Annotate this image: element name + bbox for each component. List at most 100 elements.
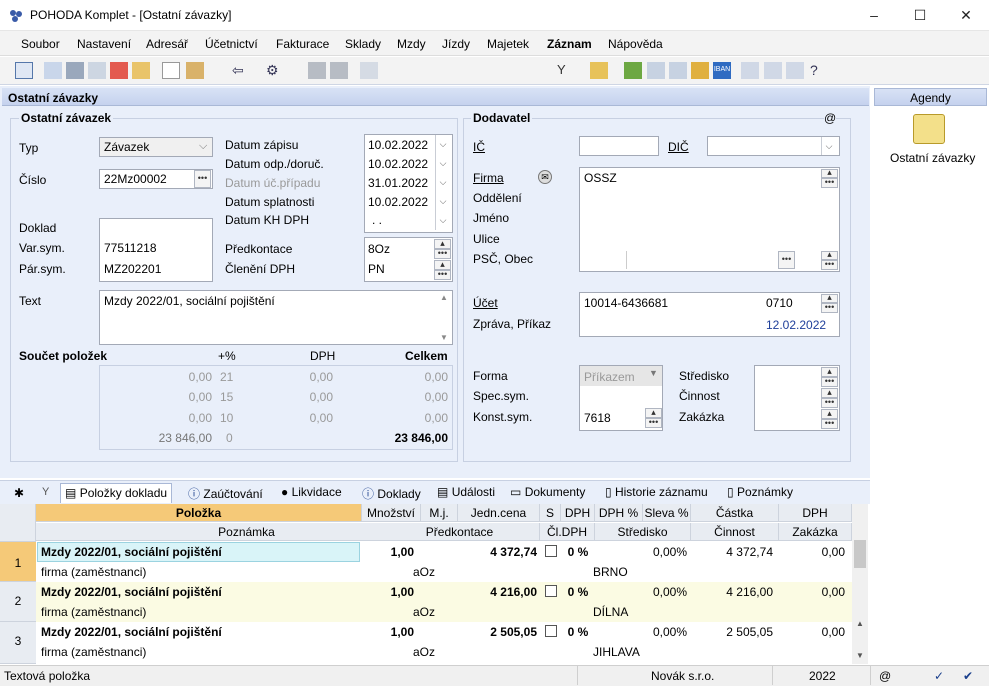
gear-icon[interactable]: ⚙ <box>266 62 284 79</box>
col-mnozstvi[interactable]: Množství <box>362 504 421 522</box>
table-icon[interactable] <box>669 62 687 79</box>
menu-jizdy[interactable]: Jízdy <box>442 37 470 51</box>
datum-kh-field[interactable]: . . <box>372 213 382 227</box>
item-stredisko[interactable]: DÍLNA <box>593 602 683 621</box>
item-predkontace[interactable]: aOz <box>413 642 473 661</box>
col-jedn-cena[interactable]: Jedn.cena <box>458 504 540 522</box>
col-zakazka[interactable]: Zakázka <box>779 523 852 541</box>
ic-label[interactable]: IČ <box>473 140 485 154</box>
scroll-up-icon[interactable]: ▲ <box>440 293 448 302</box>
col-polozka[interactable]: Položka <box>36 504 362 522</box>
item-price[interactable]: 2 505,05 <box>458 622 537 641</box>
ucet-label[interactable]: Účet <box>473 296 498 310</box>
save-all-icon[interactable] <box>330 62 348 79</box>
predkontace-picker-button[interactable]: ••• <box>434 249 451 259</box>
menu-ucetnictvi[interactable]: Účetnictví <box>205 37 258 51</box>
cinnost-picker-button[interactable]: ••• <box>821 398 838 408</box>
firma-field[interactable]: OSSZ <box>584 171 617 185</box>
zprava-date[interactable]: 12.02.2022 <box>766 318 826 332</box>
firma-picker-button[interactable]: ••• <box>821 178 838 188</box>
menu-nastaveni[interactable]: Nastavení <box>77 37 131 51</box>
tab-poznamky[interactable]: ▯ Poznámky <box>723 483 797 503</box>
menu-adresar[interactable]: Adresář <box>146 37 188 51</box>
col-stredisko[interactable]: Středisko <box>595 523 691 541</box>
parsym-field[interactable]: MZ202201 <box>104 262 161 276</box>
address-book-icon[interactable]: ✉ <box>538 170 552 184</box>
col-dph[interactable]: DPH <box>561 504 595 522</box>
check-icon[interactable]: ✓ <box>934 669 944 683</box>
item-s-checkbox[interactable] <box>545 585 557 597</box>
tab-likvidace[interactable]: ● Likvidace <box>277 483 346 503</box>
datum-uc-field[interactable]: 31.01.2022 <box>368 176 428 190</box>
item-name[interactable]: Mzdy 2022/01, sociální pojištění <box>41 542 357 561</box>
item-name[interactable]: Mzdy 2022/01, sociální pojištění <box>41 622 357 641</box>
filter-icon[interactable]: Y <box>557 62 575 79</box>
col-cl-dph[interactable]: Čl.DPH <box>540 523 595 541</box>
filter-icon[interactable]: Y <box>42 486 49 498</box>
envelope-icon[interactable] <box>913 114 945 144</box>
tab-polozky-dokladu[interactable]: ▤ Položky dokladu <box>60 483 173 503</box>
edit-brush-icon[interactable] <box>186 62 204 79</box>
item-note[interactable]: firma (zaměstnanci) <box>41 602 371 621</box>
item-name[interactable]: Mzdy 2022/01, sociální pojištění <box>41 582 357 601</box>
konstsym-picker-button[interactable]: ••• <box>645 418 662 428</box>
email-at-icon[interactable]: @ <box>824 111 837 125</box>
chevron-down-icon[interactable]: ⌵ <box>435 173 450 192</box>
cleneni-picker-button[interactable]: ••• <box>434 270 451 280</box>
menu-zaznam[interactable]: Záznam <box>547 37 592 51</box>
chevron-down-icon[interactable]: ⌵ <box>435 135 450 154</box>
maximize-button[interactable]: ☐ <box>897 0 943 31</box>
dic-label[interactable]: DIČ <box>668 140 689 154</box>
menu-mzdy[interactable]: Mzdy <box>397 37 426 51</box>
item-dph-value[interactable]: 0,00 <box>779 542 845 561</box>
chevron-down-icon[interactable]: ⌵ <box>821 137 836 155</box>
scroll-up-icon[interactable]: ▲ <box>856 619 864 628</box>
iban-icon[interactable]: IBAN <box>713 62 731 79</box>
item-price[interactable]: 4 372,74 <box>458 542 537 561</box>
note-icon[interactable] <box>786 62 804 79</box>
print-icon[interactable] <box>66 62 84 79</box>
row-number[interactable]: 3 <box>0 622 36 664</box>
item-qty[interactable]: 1,00 <box>362 582 414 601</box>
row-number[interactable]: 2 <box>0 582 36 622</box>
item-dph-value[interactable]: 0,00 <box>779 582 845 601</box>
chevron-down-icon[interactable]: ▼ <box>649 368 658 378</box>
pdf-icon[interactable] <box>110 62 128 79</box>
message-icon[interactable] <box>741 62 759 79</box>
confirm-icon[interactable]: ✔ <box>963 669 973 683</box>
col-s[interactable]: S <box>540 504 561 522</box>
datum-odp-field[interactable]: 10.02.2022 <box>368 157 428 171</box>
item-note[interactable]: firma (zaměstnanci) <box>41 562 371 581</box>
back-arrow-icon[interactable]: ⇦ <box>232 62 250 79</box>
ucet-bank-code[interactable]: 0710 <box>766 296 793 310</box>
item-sleva[interactable]: 0,00% <box>643 622 687 641</box>
item-dph[interactable]: 0 % <box>561 622 595 641</box>
new-record-icon[interactable] <box>162 62 180 79</box>
tab-historie[interactable]: ▯ Historie záznamu <box>601 483 712 503</box>
close-button[interactable]: ✕ <box>943 0 989 31</box>
item-castka[interactable]: 2 505,05 <box>691 622 773 641</box>
money-icon[interactable] <box>624 62 642 79</box>
calculator-icon[interactable] <box>647 62 665 79</box>
cislo-picker-button[interactable]: ••• <box>194 170 211 188</box>
item-s-checkbox[interactable] <box>545 625 557 637</box>
menu-soubor[interactable]: Soubor <box>21 37 60 51</box>
item-predkontace[interactable]: aOz <box>413 602 473 621</box>
list-icon[interactable] <box>764 62 782 79</box>
obec-picker-button[interactable]: ••• <box>778 251 795 269</box>
typ-select[interactable]: Závazek <box>99 137 213 157</box>
zakazka-picker-button[interactable]: ••• <box>821 419 838 429</box>
predkontace-field[interactable]: 8Oz <box>368 242 390 256</box>
item-dph-value[interactable]: 0,00 <box>779 622 845 641</box>
tab-zauctovani[interactable]: ⓘ Zaúčtování <box>184 483 267 503</box>
item-note[interactable]: firma (zaměstnanci) <box>41 642 371 661</box>
item-qty[interactable]: 1,00 <box>362 542 414 561</box>
item-dph[interactable]: 0 % <box>561 582 595 601</box>
datum-zapisu-field[interactable]: 10.02.2022 <box>368 138 428 152</box>
help-icon[interactable]: ? <box>810 62 828 79</box>
col-sleva[interactable]: Sleva % <box>643 504 691 522</box>
status-email-icon[interactable]: @ <box>879 669 891 683</box>
menu-napoveda[interactable]: Nápověda <box>608 37 663 51</box>
duplicate-icon[interactable] <box>360 62 378 79</box>
row-number[interactable]: 1 <box>0 542 36 582</box>
